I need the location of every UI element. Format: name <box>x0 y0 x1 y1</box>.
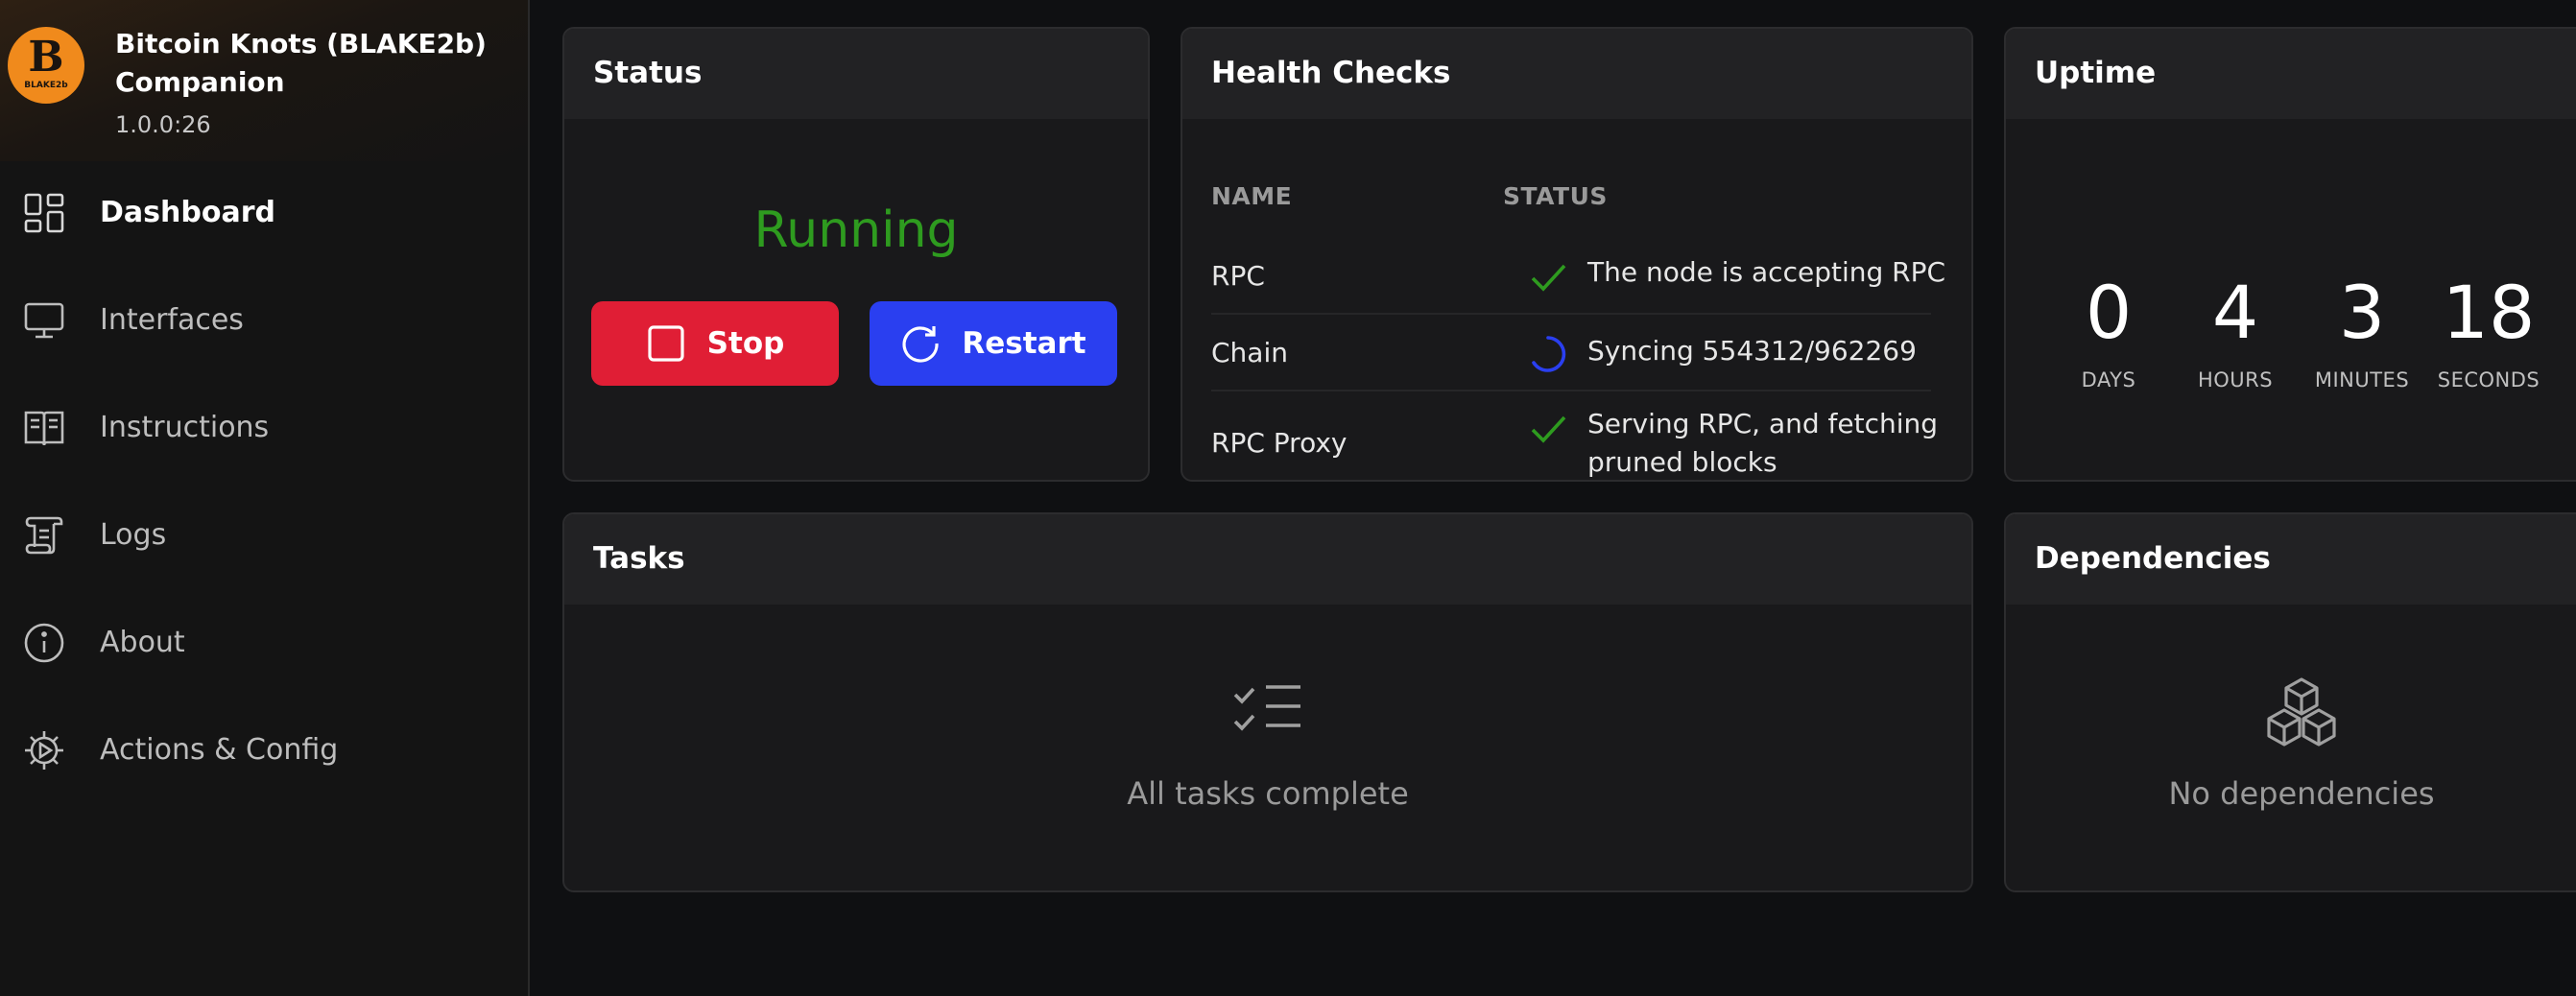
sidebar-item-label: About <box>100 626 185 659</box>
health-checks-card: Health Checks NAME STATUS RPC The node i… <box>1181 27 1973 482</box>
card-title: Status <box>593 56 703 90</box>
sidebar-item-actions-config[interactable]: Actions & Config <box>0 710 528 787</box>
card-header: Health Checks <box>1182 29 1971 119</box>
uptime-days: 0 DAYS <box>2046 269 2171 395</box>
uptime-value: 0 <box>2085 270 2133 355</box>
card-title: Tasks <box>593 541 685 576</box>
uptime-label: MINUTES <box>2314 368 2410 391</box>
sidebar-item-label: Dashboard <box>100 196 275 229</box>
status-running-text: Running <box>753 202 959 259</box>
restart-button[interactable]: Restart <box>870 301 1117 386</box>
card-header: Uptime <box>2006 29 2576 119</box>
scroll-icon <box>23 514 65 557</box>
uptime-hours: 4 HOURS <box>2173 269 2298 395</box>
sidebar-item-label: Actions & Config <box>100 733 339 767</box>
health-check-name: Chain <box>1211 337 1288 368</box>
table-row: RPC Proxy Serving RPC, and fetching prun… <box>1211 391 1938 480</box>
table-row: Chain Syncing 554312/962269 <box>1211 315 1931 391</box>
monitor-icon <box>23 299 65 342</box>
uptime-value: 4 <box>2211 270 2259 355</box>
app-title: Bitcoin Knots (BLAKE2b) Companion <box>115 28 487 98</box>
health-check-name: RPC <box>1211 260 1265 292</box>
health-check-message: The node is accepting RPC <box>1587 256 1946 288</box>
dashboard-grid-icon <box>23 192 65 234</box>
checkmark-icon <box>1528 257 1568 297</box>
sidebar-item-label: Interfaces <box>100 303 244 337</box>
checkmark-icon <box>1528 409 1568 449</box>
stop-square-icon <box>648 325 684 362</box>
dependencies-card: Dependencies No dependencies <box>2004 512 2576 892</box>
column-header-status: STATUS <box>1503 182 1608 210</box>
spinner-icon <box>1528 334 1568 374</box>
sidebar-item-instructions[interactable]: Instructions <box>0 388 528 464</box>
info-icon <box>23 622 65 664</box>
uptime-minutes: 3 MINUTES <box>2300 269 2424 395</box>
uptime-label: SECONDS <box>2437 368 2540 391</box>
uptime-card: Uptime 0 DAYS 4 HOURS 3 MINUTES 18 SECON… <box>2004 27 2576 482</box>
stop-button-label: Stop <box>706 326 785 361</box>
uptime-label: HOURS <box>2197 368 2274 391</box>
logo-text: BLAKE2b <box>24 81 68 90</box>
sidebar-item-label: Instructions <box>100 411 270 444</box>
restart-button-label: Restart <box>962 326 1086 361</box>
health-check-name: RPC Proxy <box>1211 427 1348 459</box>
card-header: Status <box>564 29 1148 119</box>
card-header: Tasks <box>564 514 1971 605</box>
cubes-icon <box>2263 676 2340 752</box>
sidebar-item-about[interactable]: About <box>0 603 528 679</box>
uptime-value: 3 <box>2338 270 2386 355</box>
table-row: RPC The node is accepting RPC <box>1211 236 1945 315</box>
app-logo: B BLAKE2b <box>8 27 84 104</box>
uptime-value: 18 <box>2442 270 2536 355</box>
sidebar-header: B BLAKE2b Bitcoin Knots (BLAKE2b) Compan… <box>0 0 528 161</box>
health-check-message: Syncing 554312/962269 <box>1587 335 1917 367</box>
logo-letter: B <box>28 33 64 82</box>
column-header-name: NAME <box>1211 182 1293 210</box>
gear-play-icon <box>23 729 65 771</box>
stop-button[interactable]: Stop <box>591 301 839 386</box>
uptime-label: DAYS <box>2081 368 2136 391</box>
tasks-empty-text: All tasks complete <box>1127 775 1409 812</box>
uptime-seconds: 18 SECONDS <box>2426 269 2551 395</box>
dependencies-empty-text: No dependencies <box>2168 775 2435 812</box>
card-title: Dependencies <box>2035 541 2271 576</box>
app-version: 1.0.0:26 <box>115 111 211 138</box>
checklist-icon <box>1231 676 1308 752</box>
sidebar-item-interfaces[interactable]: Interfaces <box>0 280 528 357</box>
sidebar-item-logs[interactable]: Logs <box>0 495 528 572</box>
card-title: Health Checks <box>1211 56 1451 90</box>
card-title: Uptime <box>2035 56 2157 90</box>
health-check-message: Serving RPC, and fetching pruned blocks <box>1587 408 1939 478</box>
app-root: B BLAKE2b Bitcoin Knots (BLAKE2b) Compan… <box>0 0 2576 996</box>
sidebar: B BLAKE2b Bitcoin Knots (BLAKE2b) Compan… <box>0 0 530 996</box>
sidebar-item-dashboard[interactable]: Dashboard <box>0 173 528 249</box>
tasks-card: Tasks All tasks complete <box>562 512 1973 892</box>
card-header: Dependencies <box>2006 514 2576 605</box>
sidebar-item-label: Logs <box>100 518 167 552</box>
book-icon <box>23 407 65 449</box>
restart-arrow-icon <box>902 326 939 363</box>
